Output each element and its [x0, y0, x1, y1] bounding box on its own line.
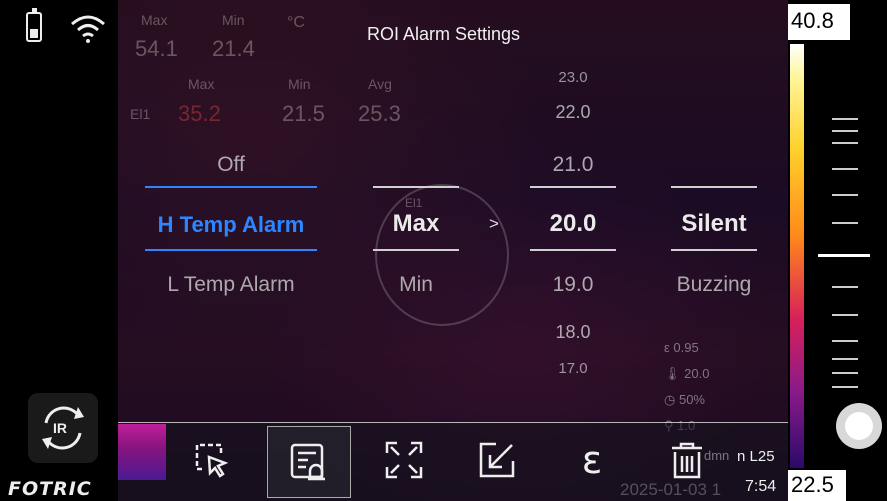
date-readout: 2025-01-03 1 — [620, 480, 722, 499]
bg-roi-max: 35.2 — [178, 101, 221, 126]
scale-tick — [832, 386, 858, 388]
bg-roi-max-label: Max — [188, 76, 215, 92]
sound-selection-top-rule — [671, 186, 757, 188]
sound-option-below[interactable]: Buzzing — [665, 273, 763, 297]
trash-icon — [672, 442, 702, 479]
scale-tick — [832, 118, 858, 120]
arrow-out-icon — [479, 442, 515, 478]
humidity-readout: ◷ 50% — [664, 392, 705, 407]
page-title: ROI Alarm Settings — [367, 24, 521, 44]
bg-roi-avg-label: Avg — [368, 76, 392, 92]
sound-selection-bottom-rule — [671, 249, 757, 251]
stat-selection-bottom-rule — [373, 249, 459, 251]
temp-option-above2[interactable]: 22.0 — [530, 102, 616, 123]
bg-roi-min: 21.5 — [282, 101, 325, 126]
select-roi-button[interactable] — [180, 428, 244, 492]
reflected-temp-readout: 🌡 20.0 — [664, 366, 710, 381]
scale-tick — [832, 314, 858, 316]
emissivity-button[interactable]: ɛ — [560, 428, 624, 492]
bg-roi-min-label: Min — [288, 76, 311, 92]
wifi-icon — [71, 15, 105, 43]
temp-option-above1[interactable]: 21.0 — [530, 153, 616, 177]
time-readout: 7:54 — [745, 478, 777, 495]
palette-thumbnail[interactable] — [118, 424, 166, 480]
bg-roi-avg: 25.3 — [358, 101, 401, 126]
distance-unit-readout: dmn — [704, 448, 730, 463]
temp-option-above3[interactable]: 23.0 — [530, 69, 616, 86]
roi-circle-outline — [375, 184, 509, 326]
mode-option-above[interactable]: Off — [145, 153, 317, 177]
battery-icon — [26, 8, 42, 42]
temp-selection-top-rule — [530, 186, 616, 188]
bg-min-label: Min — [222, 12, 245, 28]
bg-min-value: 21.4 — [212, 36, 255, 61]
bg-max-label: Max — [141, 12, 168, 28]
mode-selection-bottom-rule — [145, 249, 317, 251]
emissivity-readout: ε 0.95 — [664, 340, 699, 355]
temp-option-below2[interactable]: 18.0 — [530, 322, 616, 343]
scale-tick — [832, 168, 858, 170]
ir-switch-button[interactable]: IR — [28, 393, 98, 463]
scale-tick — [832, 142, 858, 144]
mode-option-selected[interactable]: H Temp Alarm — [145, 212, 317, 238]
alarm-list-icon — [290, 443, 325, 481]
temp-option-below1[interactable]: 19.0 — [530, 273, 616, 297]
level-readout: n L25 — [737, 448, 775, 465]
export-button[interactable] — [465, 428, 529, 492]
scale-tick — [832, 358, 858, 360]
scale-max-value[interactable]: 40.8 — [788, 4, 850, 40]
temp-option-selected[interactable]: 20.0 — [530, 210, 616, 238]
stat-selection-top-rule — [373, 186, 459, 188]
epsilon-icon: ɛ — [581, 438, 603, 482]
temp-option-below3[interactable]: 17.0 — [530, 360, 616, 377]
stat-option-below[interactable]: Min — [373, 273, 459, 297]
sound-option-selected[interactable]: Silent — [665, 210, 763, 238]
stat-option-selected[interactable]: Max — [373, 210, 459, 238]
scale-tick — [832, 194, 858, 196]
capture-shutter-button[interactable] — [836, 403, 882, 449]
color-palette-scale — [790, 44, 804, 468]
temp-selection-bottom-rule — [530, 249, 616, 251]
scale-tick — [832, 222, 858, 224]
scale-min-value[interactable]: 22.5 — [788, 470, 846, 501]
scale-level-marker[interactable] — [818, 254, 870, 257]
scale-tick — [832, 340, 858, 342]
scale-tick — [832, 130, 858, 132]
ir-label: IR — [53, 420, 67, 436]
comparator-sign: > — [489, 214, 499, 233]
expand-icon — [385, 441, 423, 479]
mode-option-below[interactable]: L Temp Alarm — [145, 273, 317, 297]
scale-tick — [832, 286, 858, 288]
cursor-select-icon — [195, 443, 229, 478]
bg-unit: °C — [287, 14, 305, 31]
fullscreen-button[interactable] — [372, 428, 436, 492]
roi-alarm-settings-button[interactable] — [267, 426, 351, 498]
bg-roi-name: El1 — [130, 106, 151, 122]
brand-logo: FOTRIC — [8, 478, 92, 500]
bg-max-value: 54.1 — [135, 36, 178, 61]
scale-tick — [832, 372, 858, 374]
mode-selection-top-rule — [145, 186, 317, 188]
